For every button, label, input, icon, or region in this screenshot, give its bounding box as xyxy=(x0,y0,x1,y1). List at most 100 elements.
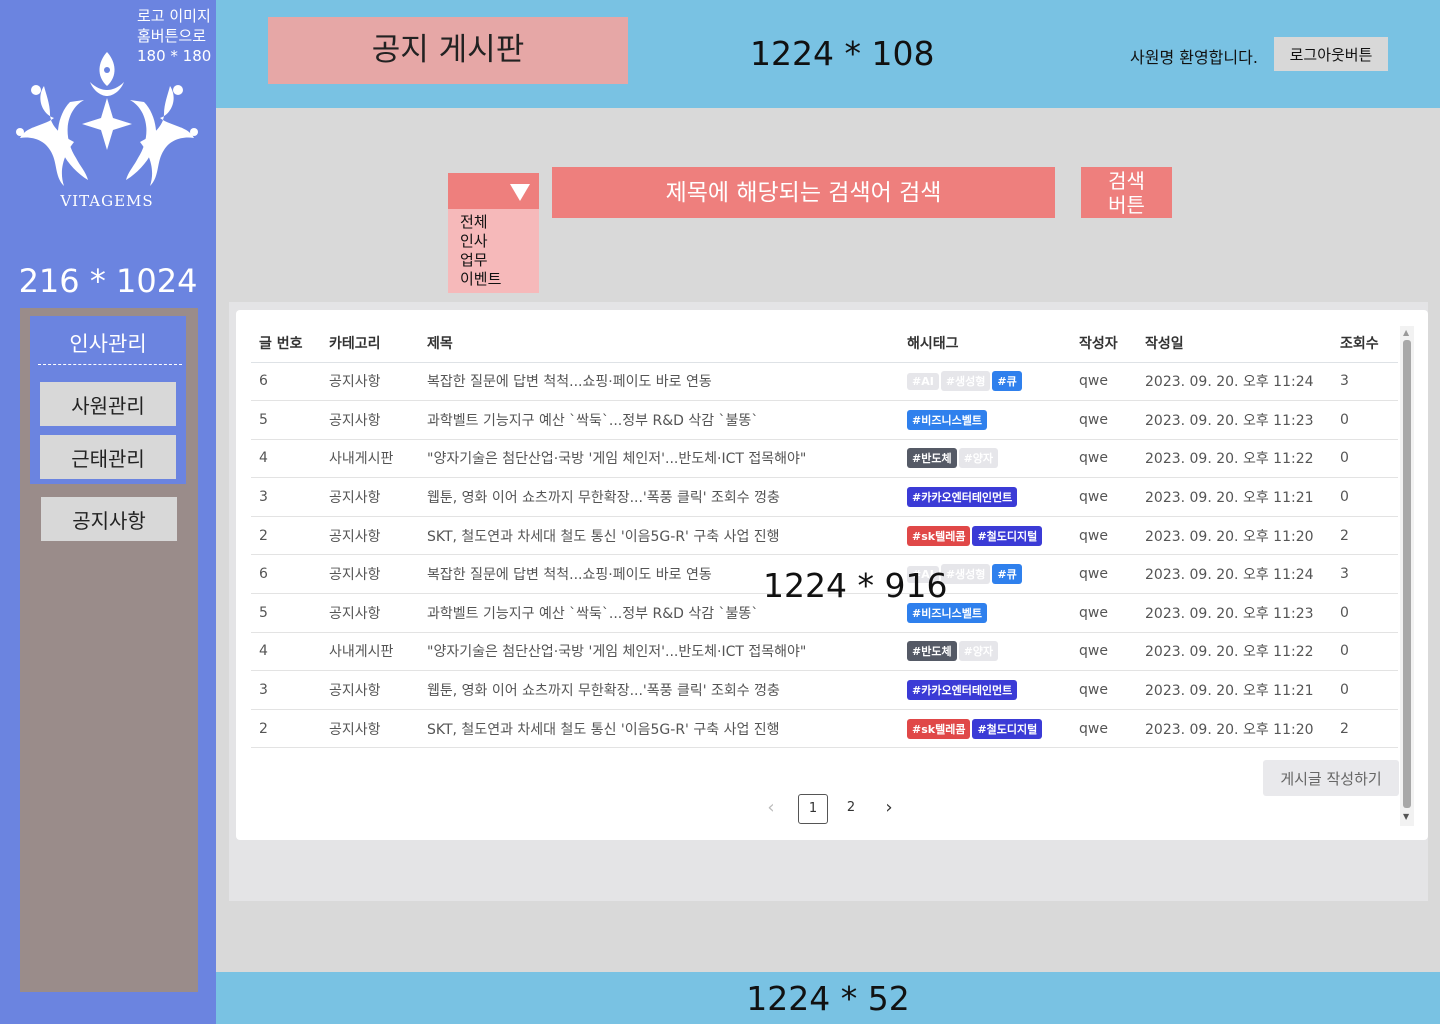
hashtag-badge[interactable]: #양자 xyxy=(958,448,999,469)
hashtag-badge[interactable]: #비즈니스벨트 xyxy=(907,602,987,623)
dropdown-option[interactable]: 전체 xyxy=(460,213,501,232)
cell-no: 3 xyxy=(251,477,321,517)
column-header: 작성일 xyxy=(1137,324,1332,363)
page-number[interactable]: 2 xyxy=(836,794,866,824)
dropdown-options: 전체 인사 업무 이벤트 xyxy=(460,213,501,289)
table-row[interactable]: 4 사내게시판 "양자기술은 첨단산업·국방 '게임 체인저'...반도체·ICT … xyxy=(251,439,1398,479)
scrollbar[interactable]: ▲ ▼ xyxy=(1400,326,1414,826)
hr-menu-group: 인사관리 사원관리 근태관리 xyxy=(30,316,186,484)
cell-title[interactable]: 복잡한 질문에 답변 척척...쇼핑·페이도 바로 연동 xyxy=(419,362,899,402)
cell-title[interactable]: "양자기술은 첨단산업·국방 '게임 체인저'...반도체·ICT 접목해야" xyxy=(419,632,899,672)
scroll-up-icon[interactable]: ▲ xyxy=(1403,328,1409,337)
cell-no: 3 xyxy=(251,670,321,710)
cell-title[interactable]: SKT, 철도연과 차세대 철도 통신 '이음5G-R' 구축 사업 진행 xyxy=(419,709,899,749)
cell-title[interactable]: 웹툰, 영화 이어 쇼츠까지 무한확장...'폭풍 클릭' 조회수 껑충 xyxy=(419,670,899,710)
cell-views: 0 xyxy=(1332,400,1398,440)
cell-author: qwe xyxy=(1071,477,1137,517)
hashtag-badge[interactable]: #큐 xyxy=(992,564,1022,585)
table-row[interactable]: 6 공지사항 복잡한 질문에 답변 척척...쇼핑·페이도 바로 연동 #AI #생성형… xyxy=(251,362,1398,402)
cell-category: 공지사항 xyxy=(321,670,419,710)
dropdown-option[interactable]: 업무 xyxy=(460,251,501,270)
cell-no: 4 xyxy=(251,439,321,479)
sidebar-item-notice[interactable]: 공지사항 xyxy=(41,497,177,541)
page-number-current[interactable]: 1 xyxy=(798,794,828,824)
search-button[interactable]: 검색 버튼 xyxy=(1081,167,1172,218)
cell-title[interactable]: SKT, 철도연과 차세대 철도 통신 '이음5G-R' 구축 사업 진행 xyxy=(419,516,899,556)
hashtag-cell: #sk텔레콤 #철도디지털 xyxy=(899,516,1071,556)
crown-logo-icon xyxy=(16,52,198,186)
hashtag-badge[interactable]: #양자 xyxy=(958,641,999,662)
cell-date: 2023. 09. 20. 오후 11:23 xyxy=(1137,400,1332,440)
cell-date: 2023. 09. 20. 오후 11:24 xyxy=(1137,362,1332,402)
hashtag-badge[interactable]: #철도디지털 xyxy=(972,718,1043,739)
dropdown-toggle[interactable] xyxy=(448,173,539,209)
cell-author: qwe xyxy=(1071,400,1137,440)
cell-date: 2023. 09. 20. 오후 11:20 xyxy=(1137,516,1332,556)
search-input[interactable] xyxy=(552,167,1055,218)
hashtag-badge[interactable]: #큐 xyxy=(992,371,1022,392)
home-logo-button[interactable]: VITAGEMS xyxy=(14,40,200,215)
hashtag-cell: #카카오엔터테인먼트 xyxy=(899,670,1071,710)
hashtag-badge[interactable]: #비즈니스벨트 xyxy=(907,409,987,430)
cell-title[interactable]: 과학벨트 기능지구 예산 `싹둑`...정부 R&D 삭감 `불똥` xyxy=(419,400,899,440)
cell-no: 6 xyxy=(251,554,321,595)
hashtag-badge[interactable]: #철도디지털 xyxy=(972,525,1043,546)
logout-button[interactable]: 로그아웃버튼 xyxy=(1274,37,1388,71)
cell-title[interactable]: "양자기술은 첨단산업·국방 '게임 체인저'...반도체·ICT 접목해야" xyxy=(419,439,899,479)
hashtag-badge[interactable]: #카카오엔터테인먼트 xyxy=(907,487,1018,508)
hashtag-badge[interactable]: #생성형 xyxy=(940,564,991,585)
content-size-label: 1224 * 916 xyxy=(763,566,948,605)
cell-category: 공지사항 xyxy=(321,593,419,633)
hashtag-badge[interactable]: #sk텔레콤 xyxy=(907,718,971,739)
group-divider xyxy=(38,364,182,365)
cell-no: 5 xyxy=(251,593,321,633)
cell-views: 3 xyxy=(1332,554,1398,595)
category-dropdown[interactable]: 전체 인사 업무 이벤트 xyxy=(448,173,539,293)
cell-views: 0 xyxy=(1332,439,1398,479)
table-row[interactable]: 2 공지사항 SKT, 철도연과 차세대 철도 통신 '이음5G-R' 구축 사업 … xyxy=(251,516,1398,556)
sidebar-item-employee-management[interactable]: 사원관리 xyxy=(40,382,176,426)
scroll-thumb[interactable] xyxy=(1403,340,1411,808)
write-post-button[interactable]: 게시글 작성하기 xyxy=(1263,760,1399,796)
board-card: 글 번호 카테고리 제목 해시태그 작성자 작성일 조회수 6 공지사항 복잡한 질… xyxy=(236,310,1428,840)
cell-no: 2 xyxy=(251,516,321,556)
footer: 1224 * 52 xyxy=(216,972,1440,1024)
hashtag-badge[interactable]: #AI xyxy=(907,373,939,391)
notice-table: 글 번호 카테고리 제목 해시태그 작성자 작성일 조회수 6 공지사항 복잡한 질… xyxy=(251,324,1398,749)
hashtag-cell: #카카오엔터테인먼트 xyxy=(899,477,1071,517)
cell-date: 2023. 09. 20. 오후 11:24 xyxy=(1137,554,1332,595)
welcome-message: 사원명 환영합니다. xyxy=(1130,48,1258,67)
side-menu-panel: 인사관리 사원관리 근태관리 공지사항 xyxy=(20,308,198,992)
column-header: 글 번호 xyxy=(251,324,321,363)
cell-date: 2023. 09. 20. 오후 11:21 xyxy=(1137,670,1332,710)
hashtag-badge[interactable]: #반도체 xyxy=(907,641,957,662)
header: 공지 게시판 1224 * 108 사원명 환영합니다. 로그아웃버튼 xyxy=(216,0,1440,108)
cell-title[interactable]: 웹툰, 영화 이어 쇼츠까지 무한확장...'폭풍 클릭' 조회수 껑충 xyxy=(419,477,899,517)
cell-category: 사내게시판 xyxy=(321,439,419,479)
next-page-icon[interactable]: › xyxy=(874,794,904,824)
cell-views: 0 xyxy=(1332,593,1398,633)
hashtag-badge[interactable]: #생성형 xyxy=(940,371,991,392)
prev-page-icon[interactable]: ‹ xyxy=(756,794,786,824)
cell-views: 3 xyxy=(1332,362,1398,402)
table-row[interactable]: 2 공지사항 SKT, 철도연과 차세대 철도 통신 '이음5G-R' 구축 사업 … xyxy=(251,709,1398,749)
table-row[interactable]: 4 사내게시판 "양자기술은 첨단산업·국방 '게임 체인저'...반도체·ICT … xyxy=(251,632,1398,672)
table-row[interactable]: 5 공지사항 과학벨트 기능지구 예산 `싹둑`...정부 R&D 삭감 `불똥` #… xyxy=(251,400,1398,440)
dropdown-option[interactable]: 이벤트 xyxy=(460,270,501,289)
column-header: 조회수 xyxy=(1332,324,1398,363)
table-row[interactable]: 3 공지사항 웹툰, 영화 이어 쇼츠까지 무한확장...'폭풍 클릭' 조회수 껑… xyxy=(251,670,1398,710)
hashtag-badge[interactable]: #카카오엔터테인먼트 xyxy=(907,680,1018,701)
dropdown-option[interactable]: 인사 xyxy=(460,232,501,251)
cell-category: 공지사항 xyxy=(321,516,419,556)
hashtag-badge[interactable]: #sk텔레콤 xyxy=(907,525,971,546)
column-header: 작성자 xyxy=(1071,324,1137,363)
cell-date: 2023. 09. 20. 오후 11:22 xyxy=(1137,439,1332,479)
table-header-row: 글 번호 카테고리 제목 해시태그 작성자 작성일 조회수 xyxy=(251,324,1398,363)
cell-category: 공지사항 xyxy=(321,477,419,517)
sidebar-item-attendance-management[interactable]: 근태관리 xyxy=(40,435,176,479)
hashtag-badge[interactable]: #반도체 xyxy=(907,448,957,469)
logo-note-line: 로고 이미지 xyxy=(137,7,211,25)
scroll-down-icon[interactable]: ▼ xyxy=(1403,812,1409,821)
cell-date: 2023. 09. 20. 오후 11:23 xyxy=(1137,593,1332,633)
table-row[interactable]: 3 공지사항 웹툰, 영화 이어 쇼츠까지 무한확장...'폭풍 클릭' 조회수 껑… xyxy=(251,477,1398,517)
